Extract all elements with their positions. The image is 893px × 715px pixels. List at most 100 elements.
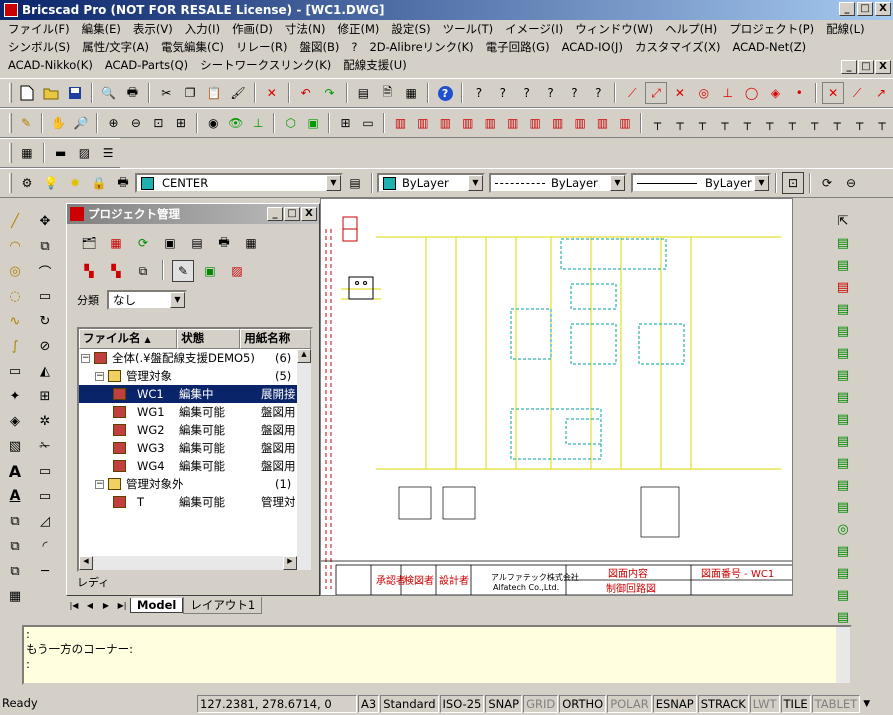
undo-icon[interactable]: ↶ xyxy=(295,82,317,104)
zoom-window-icon[interactable]: ⊡ xyxy=(148,112,168,134)
design-center-icon[interactable]: ▦ xyxy=(400,82,422,104)
menu-item[interactable]: 盤図(B) xyxy=(299,39,339,55)
break-icon[interactable]: ▭ xyxy=(34,485,56,507)
project-checkin-icon[interactable]: ▚ xyxy=(105,260,127,282)
screen-icon[interactable]: ▬ xyxy=(50,142,72,164)
collapse-icon[interactable]: − xyxy=(95,371,104,381)
project-file-tree[interactable]: ファイル名 ▲ 状態 用紙名称 − 全体(.¥盤配線支援DEMO5) (6) − 管理対… xyxy=(77,327,313,572)
menu-item[interactable]: 2D-Alibreリンク(K) xyxy=(369,39,473,55)
status-toggle-strack[interactable]: STRACK xyxy=(697,694,749,713)
chevron-down-icon[interactable]: ▼ xyxy=(170,292,185,308)
terminal-number-icon-4[interactable]: ┬ xyxy=(715,112,735,134)
ellipse-icon[interactable]: ◌ xyxy=(4,285,26,307)
project-print-icon[interactable]: 🖶 xyxy=(213,232,235,254)
tree-vertical-scrollbar[interactable]: ▲ xyxy=(297,349,311,556)
status-toggle-polar[interactable]: POLAR xyxy=(607,694,652,713)
terminal-number-icon-10[interactable]: ┬ xyxy=(849,112,869,134)
project-manager-panel[interactable]: プロジェクト管理 _ □ X 🗂 ▦ ⟳ ▣ ▤ 🖶 ▦ ▚ ▚ ⧉ ✎ ▣ ▨… xyxy=(66,203,320,596)
menu-item[interactable]: ツール(T) xyxy=(443,21,494,37)
sketch-icon[interactable]: ✎ xyxy=(16,112,36,134)
column-status[interactable]: 状態 xyxy=(177,329,241,349)
preview-icon[interactable]: 🔍 xyxy=(98,82,120,104)
pan-icon[interactable]: ✋ xyxy=(48,112,68,134)
menu-item[interactable]: ACAD-Nikko(K) xyxy=(8,58,93,72)
menu-item[interactable]: カスタマイズ(X) xyxy=(635,39,721,55)
terminal-number-icon-8[interactable]: ┬ xyxy=(804,112,824,134)
menu-item[interactable]: ? xyxy=(351,40,357,54)
custom-help-icon-6[interactable]: ? xyxy=(587,82,609,104)
command-prompt[interactable]: : xyxy=(26,657,850,672)
snap-perpendicular-icon[interactable]: ⊥ xyxy=(717,82,739,104)
group-icon[interactable]: ⧉ xyxy=(4,560,26,582)
menu-item[interactable]: ヘルプ(H) xyxy=(665,21,717,37)
lineweight-dropdown[interactable]: ByLayer ▼ xyxy=(631,173,771,193)
refresh-icon[interactable]: ⟳ xyxy=(816,172,838,194)
menu-item[interactable]: 修正(M) xyxy=(337,21,379,37)
tree-file-row[interactable]: WC1 編集中 展開接 xyxy=(79,385,311,403)
tab-last-icon[interactable]: ▶| xyxy=(115,598,129,612)
wire-number-icon-7[interactable]: ▥ xyxy=(525,112,545,134)
custom-help-icon-5[interactable]: ? xyxy=(564,82,586,104)
menu-item[interactable]: リレー(R) xyxy=(236,39,287,55)
view-icon[interactable]: 👁 xyxy=(226,112,246,134)
project-new-icon[interactable]: ▦ xyxy=(105,232,127,254)
zoom-in-icon[interactable]: ⊕ xyxy=(103,112,123,134)
status-toggle-ortho[interactable]: ORTHO xyxy=(559,694,607,713)
custom-help-icon-4[interactable]: ? xyxy=(540,82,562,104)
custom-help-icon-3[interactable]: ? xyxy=(516,82,538,104)
explode-icon[interactable]: ✲ xyxy=(34,410,56,432)
calendar-icon[interactable]: ▦ xyxy=(16,142,38,164)
rung-icon-1[interactable]: ▤ xyxy=(832,232,854,254)
menu-item[interactable]: プロジェクト(P) xyxy=(729,21,814,37)
terminal-number-icon-7[interactable]: ┬ xyxy=(782,112,802,134)
status-toggle-snap[interactable]: SNAP xyxy=(485,694,523,713)
linetype-dropdown[interactable]: ByLayer ▼ xyxy=(489,173,627,193)
command-scrollbar[interactable] xyxy=(836,627,850,683)
custom-help-icon-1[interactable]: ? xyxy=(468,82,490,104)
lengthen-icon[interactable]: ─ xyxy=(34,560,56,582)
layer-manager-icon[interactable]: ⚙ xyxy=(16,172,38,194)
chevron-down-icon[interactable]: ▼ xyxy=(468,175,483,191)
trim-icon[interactable]: ✁ xyxy=(34,435,56,457)
line-icon[interactable]: ╱ xyxy=(4,210,26,232)
cursor-icon[interactable]: ⇱ xyxy=(832,210,854,232)
toolbar-grip[interactable] xyxy=(9,113,12,133)
wire-number-icon-8[interactable]: ▥ xyxy=(547,112,567,134)
wire-number-icon-3[interactable]: ▥ xyxy=(435,112,455,134)
rectangle-icon[interactable]: ▭ xyxy=(4,360,26,382)
render-icon[interactable]: ▣ xyxy=(303,112,323,134)
status-toggle-tablet[interactable]: TABLET xyxy=(811,694,861,713)
rung-icon-3[interactable]: ▤ xyxy=(832,276,854,298)
project-checkout-icon[interactable]: ▚ xyxy=(78,260,100,282)
menu-item[interactable]: 編集(E) xyxy=(82,21,121,37)
panel-close-button[interactable]: X xyxy=(301,207,317,221)
snap-quadrant-icon[interactable]: ◈ xyxy=(765,82,787,104)
insert-block-icon[interactable]: ⧉ xyxy=(4,535,26,557)
paste-icon[interactable]: 📋 xyxy=(203,82,225,104)
hatch-icon[interactable]: ▧ xyxy=(4,435,26,457)
menu-item[interactable]: シンボル(S) xyxy=(8,39,70,55)
rung-icon-8[interactable]: ▤ xyxy=(832,386,854,408)
doc-close-button[interactable]: X xyxy=(875,60,891,74)
rung-icon-14[interactable]: ◎ xyxy=(832,518,854,540)
rung-icon-16[interactable]: ▤ xyxy=(832,562,854,584)
minimize-button[interactable]: _ xyxy=(839,2,855,16)
match-properties-icon[interactable]: 🖌 xyxy=(227,82,249,104)
rotate-icon[interactable]: ↻ xyxy=(34,310,56,332)
tab-layout1[interactable]: レイアウト1 xyxy=(183,596,263,614)
panel-minimize-button[interactable]: _ xyxy=(267,207,283,221)
tab-first-icon[interactable]: |◀ xyxy=(67,598,81,612)
menu-item[interactable]: ACAD-IO(J) xyxy=(562,40,623,54)
status-textstyle[interactable]: Standard xyxy=(380,694,439,713)
viewport-icon[interactable]: ⊞ xyxy=(335,112,355,134)
toolbar-grip[interactable] xyxy=(9,83,12,103)
menu-item[interactable]: ACAD-Parts(Q) xyxy=(105,58,188,72)
project-refresh-icon[interactable]: ⟳ xyxy=(132,232,154,254)
rung-icon-5[interactable]: ▤ xyxy=(832,320,854,342)
ucs-icon[interactable]: ⊥ xyxy=(248,112,268,134)
table-icon[interactable]: ▦ xyxy=(4,585,26,607)
status-toggle-esnap[interactable]: ESNAP xyxy=(652,694,697,713)
region-icon[interactable]: ◈ xyxy=(4,410,26,432)
chamfer-icon[interactable]: ◿ xyxy=(34,510,56,532)
wire-number-icon-5[interactable]: ▥ xyxy=(480,112,500,134)
